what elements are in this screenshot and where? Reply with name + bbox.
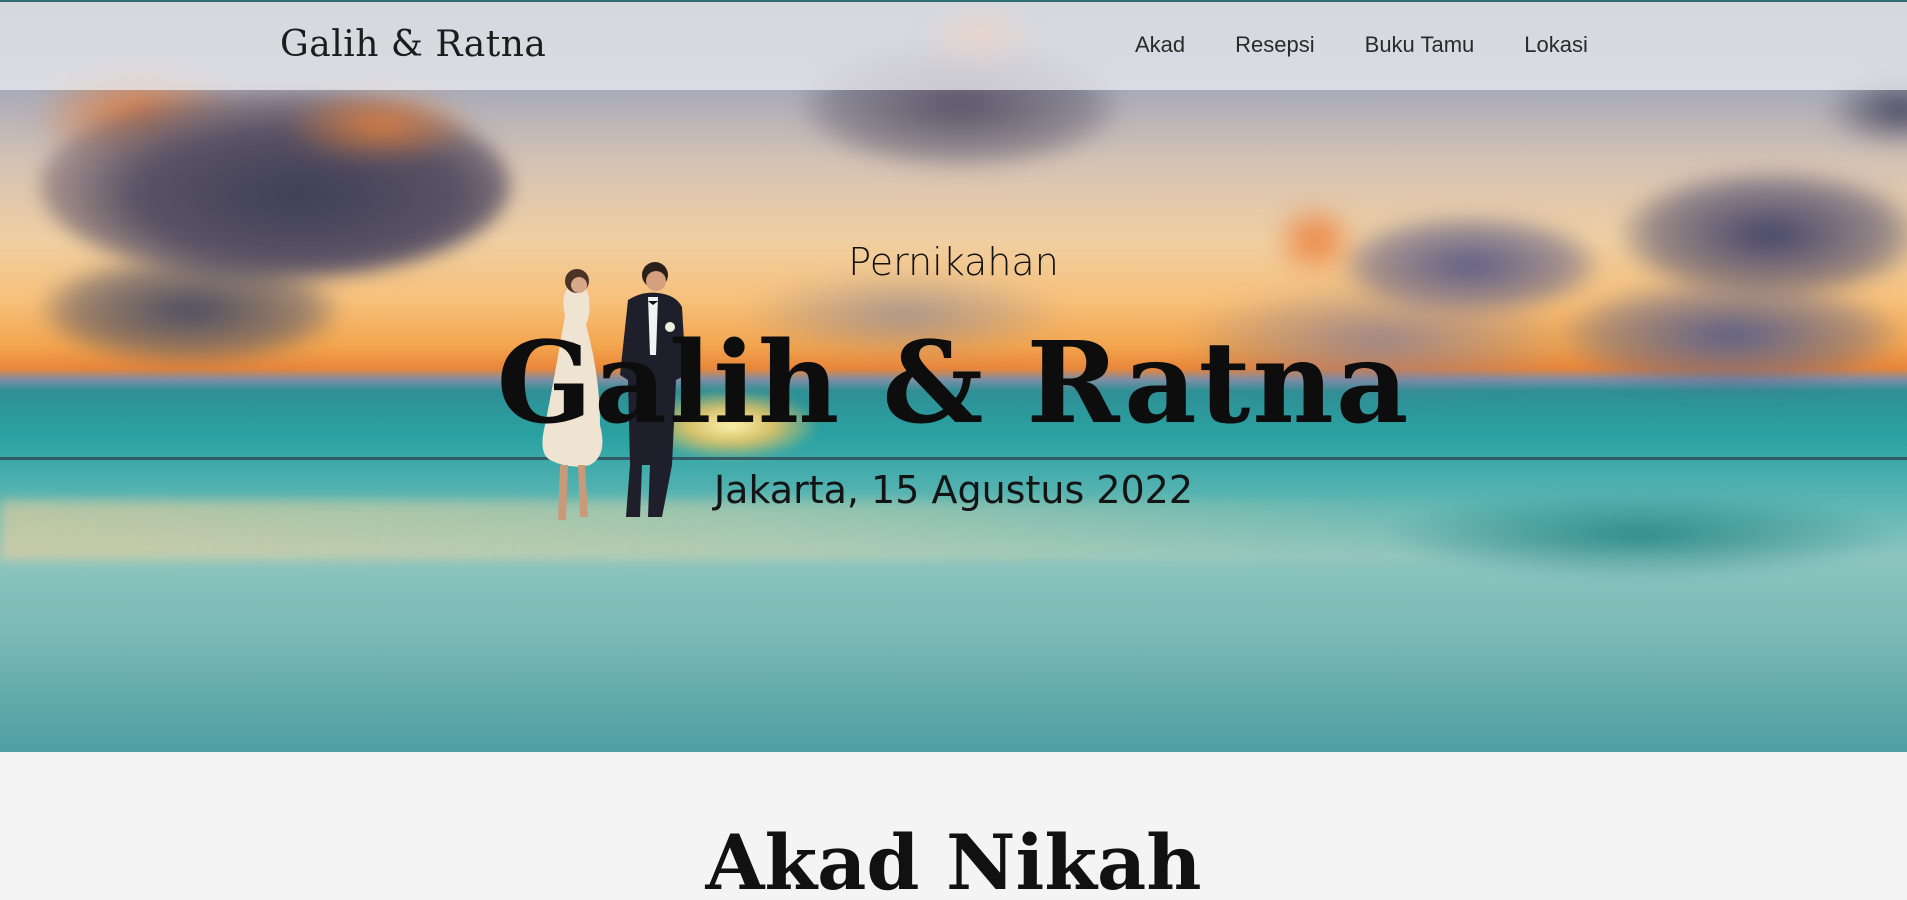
nav-link-resepsi[interactable]: Resepsi bbox=[1235, 32, 1314, 58]
hero-date-location: Jakarta, 15 Agustus 2022 bbox=[713, 468, 1194, 512]
nav-links: Akad Resepsi Buku Tamu Lokasi bbox=[1135, 32, 1638, 58]
page: Galih & Ratna Akad Resepsi Buku Tamu Lok… bbox=[0, 0, 1907, 900]
brand-logo-link[interactable]: Galih & Ratna bbox=[280, 24, 546, 65]
nav-link-akad[interactable]: Akad bbox=[1135, 32, 1185, 58]
hero-title: Galih & Ratna bbox=[496, 318, 1411, 449]
hero-kicker: Pernikahan bbox=[848, 240, 1059, 284]
nav-link-buku-tamu[interactable]: Buku Tamu bbox=[1365, 32, 1475, 58]
nav-link-lokasi[interactable]: Lokasi bbox=[1524, 32, 1588, 58]
top-navbar: Galih & Ratna Akad Resepsi Buku Tamu Lok… bbox=[0, 0, 1907, 90]
akad-section-title: Akad Nikah bbox=[705, 818, 1202, 900]
